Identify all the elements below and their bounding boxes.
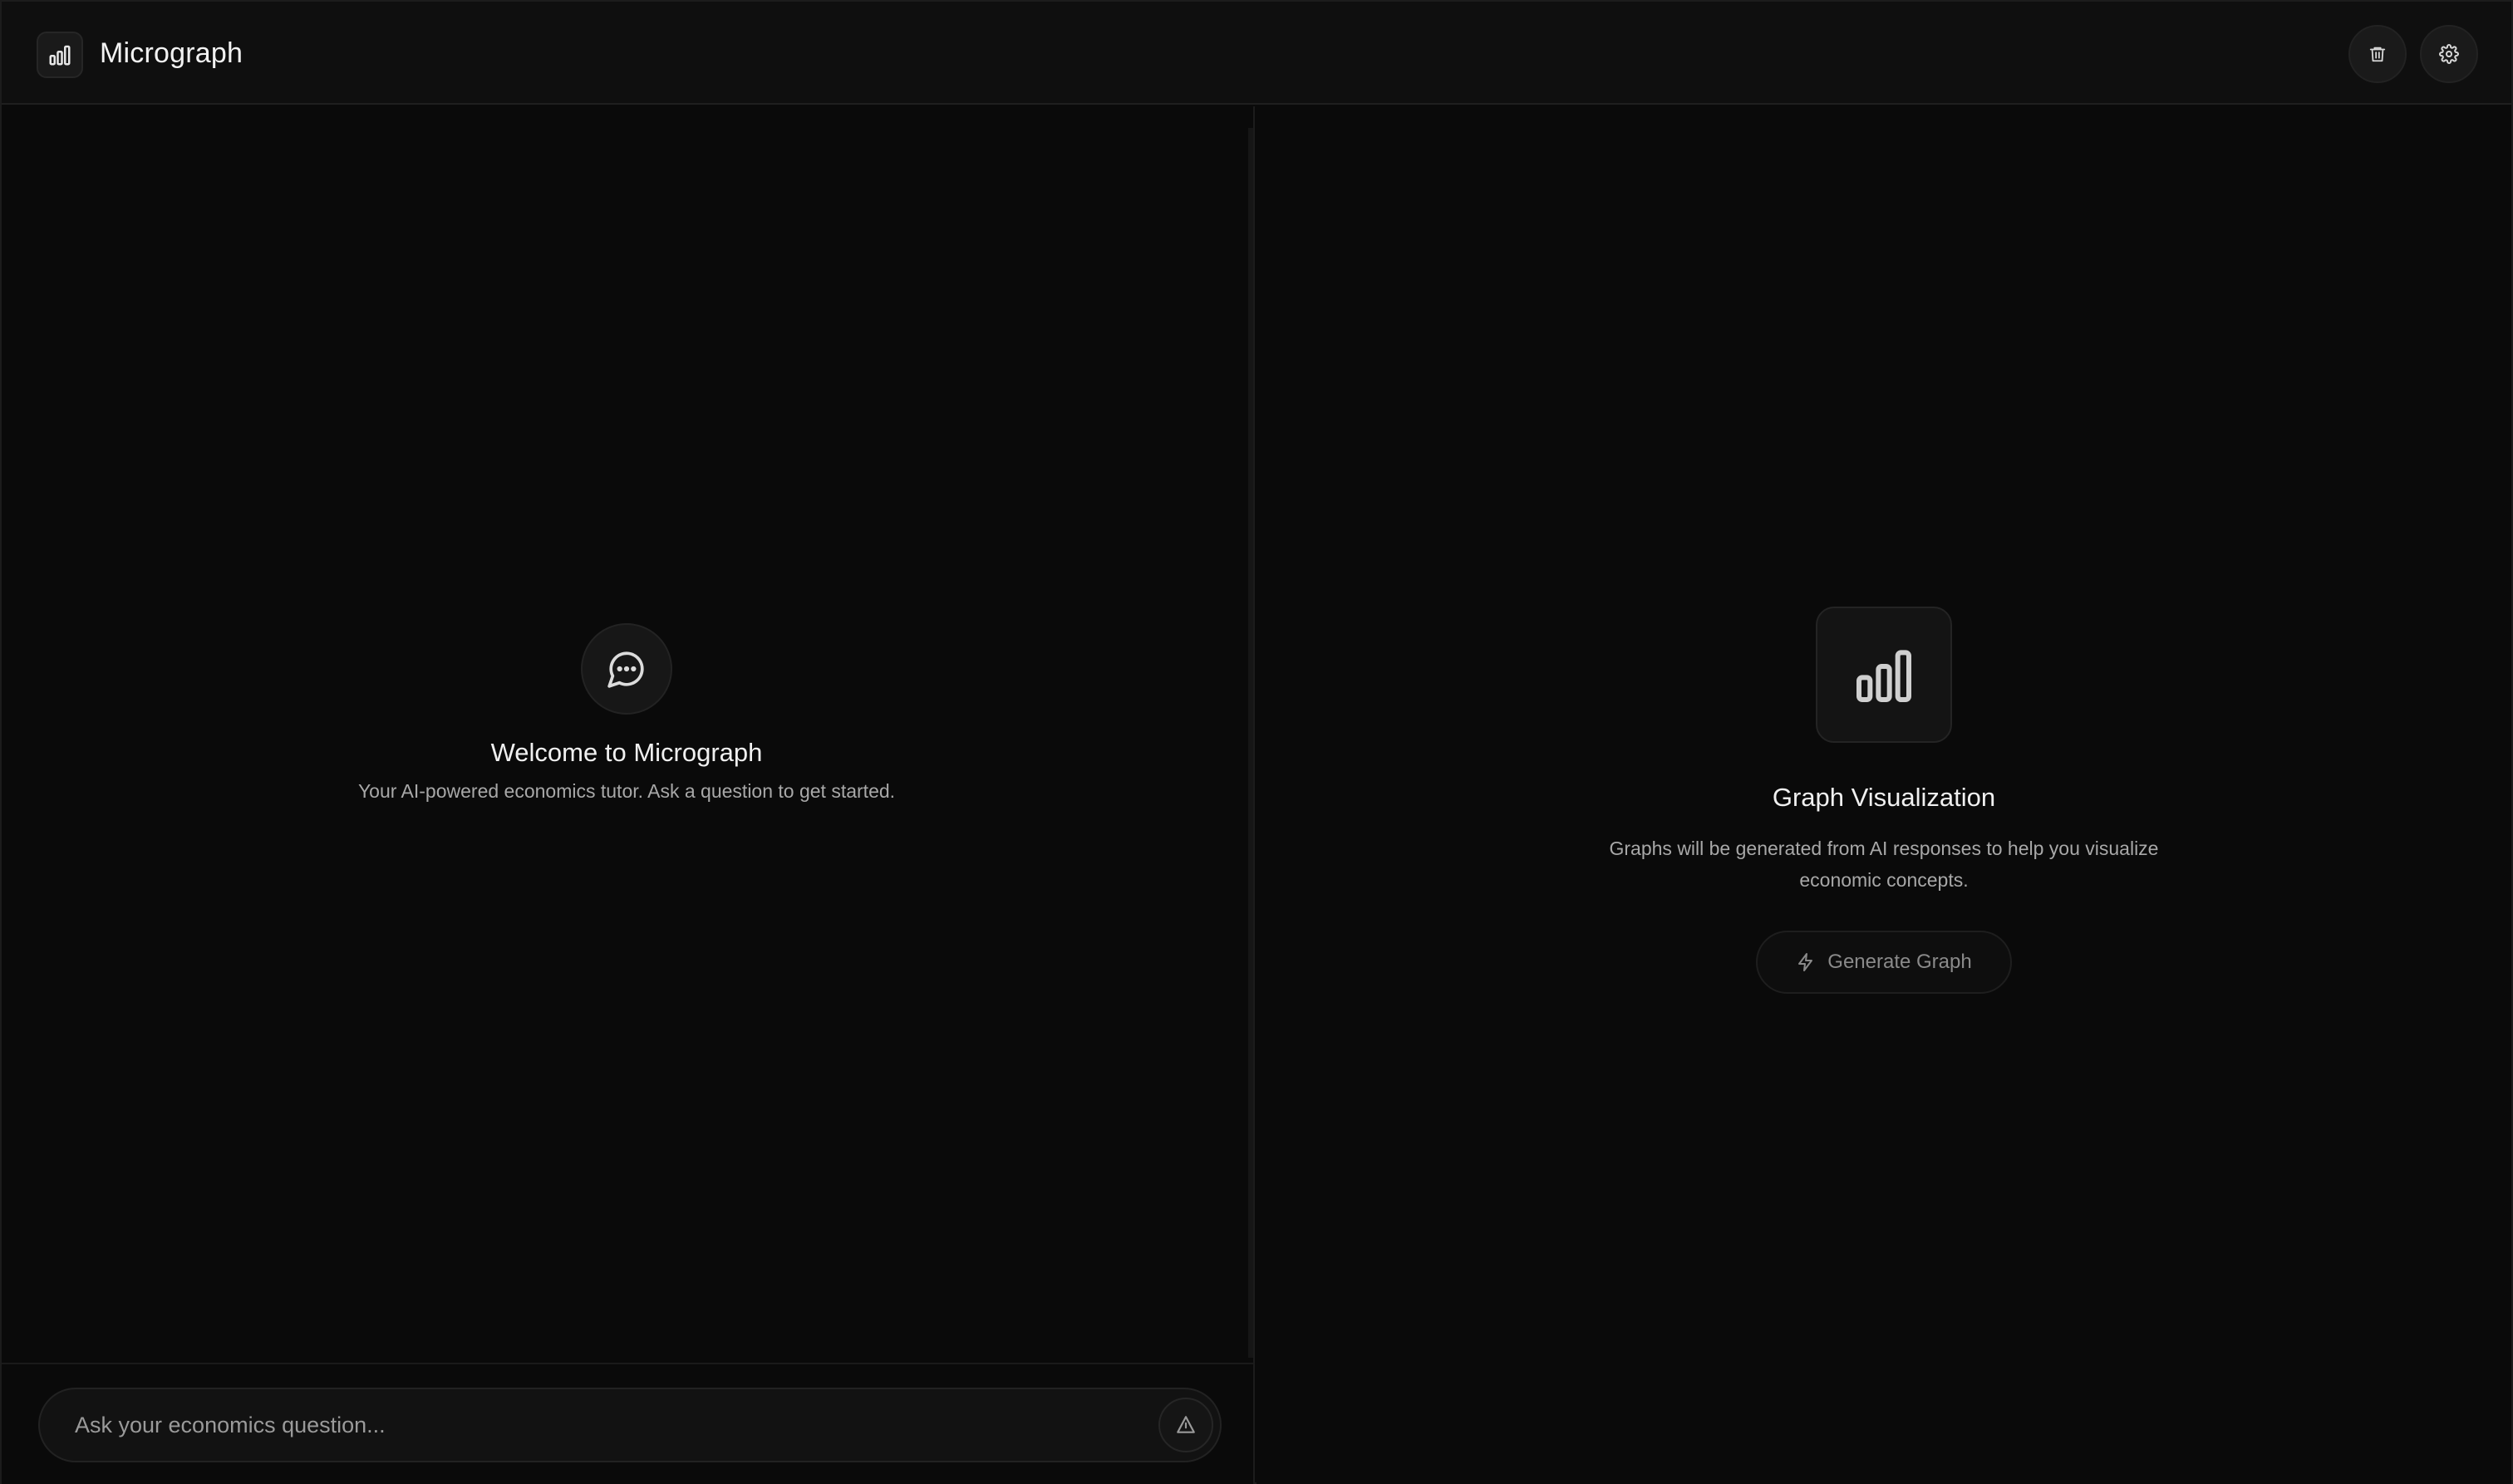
question-input[interactable] [73,1389,1137,1461]
graph-panel: Graph Visualization Graphs will be gener… [1256,106,2511,1484]
app-logo [37,32,83,78]
graph-description: Graphs will be generated from AI respons… [1609,838,2159,891]
bar-chart-icon [1856,650,1911,702]
send-button[interactable] [1158,1398,1213,1452]
generate-graph-label: Generate Graph [1827,951,1972,973]
welcome-title: Welcome to Micrograph [490,738,763,767]
send-icon [1177,1416,1195,1433]
app-window: Micrograph Welcome to Micrograph Your AI… [0,0,2513,1484]
gear-icon [2439,44,2459,64]
graph-empty-state: Graph Visualization Graphs will be gener… [1256,607,2511,994]
app-title: Micrograph [100,37,243,69]
chat-panel: Welcome to Micrograph Your AI-powered ec… [2,106,1255,1484]
chat-icon-badge [581,623,672,715]
chat-input-area [2,1363,1253,1484]
chat-input-container [38,1388,1222,1462]
trash-icon [2369,47,2386,62]
chat-welcome: Welcome to Micrograph Your AI-powered ec… [2,623,1252,804]
welcome-subtitle: Your AI-powered economics tutor. Ask a q… [357,780,896,802]
message-circle-icon [607,651,644,688]
clear-chat-button[interactable] [2348,25,2407,83]
lightning-icon [1798,953,1813,971]
graph-icon-badge [1816,607,1952,743]
settings-button[interactable] [2420,25,2478,83]
graph-title: Graph Visualization [1772,783,1996,812]
app-header: Micrograph [2,2,2511,105]
generate-graph-button[interactable]: Generate Graph [1756,931,2012,994]
bar-chart-icon [49,45,71,66]
